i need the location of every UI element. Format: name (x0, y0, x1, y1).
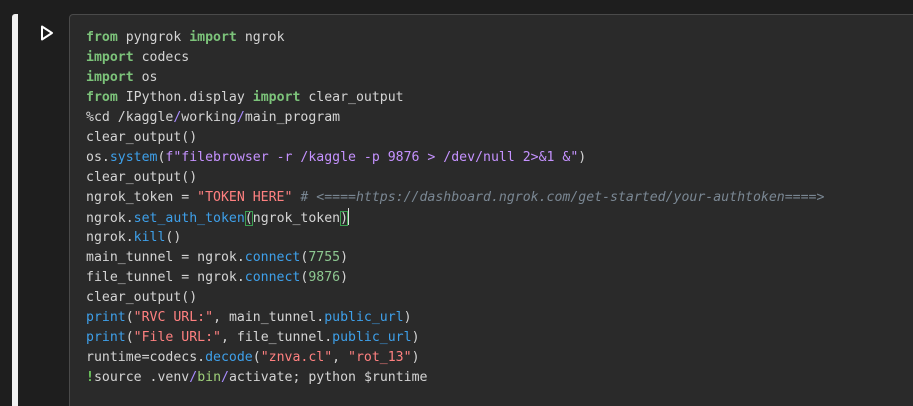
code-token: codecs (133, 50, 190, 65)
code-token: ! (86, 370, 94, 385)
code-content[interactable]: from pyngrok import ngrok import codecs im… (86, 28, 824, 388)
code-line[interactable]: ngrok.kill() (86, 228, 824, 248)
code-token: main_tunnel = ngrok. (86, 250, 245, 265)
code-token: ) (340, 270, 349, 285)
code-token: kill (133, 230, 166, 245)
code-token: ) (403, 310, 412, 325)
code-line[interactable]: os.system(f"filebrowser -r /kaggle -p 98… (86, 148, 824, 168)
code-token: "TOKEN HERE" (197, 190, 293, 205)
code-token: system (109, 150, 158, 165)
code-token: , main_tunnel. (213, 310, 325, 325)
code-token: ) (578, 150, 587, 165)
code-token: "rot_13" (348, 350, 412, 365)
code-token: from (86, 30, 118, 45)
code-token: import (86, 50, 134, 65)
code-token: clear_output() (86, 170, 198, 185)
code-token: ngrok (236, 30, 285, 45)
code-line[interactable]: clear_output() (86, 128, 824, 148)
code-token: source .venv (93, 370, 190, 385)
code-token: / (221, 370, 229, 385)
code-token: print (86, 330, 126, 345)
code-line[interactable]: from pyngrok import ngrok (86, 28, 824, 48)
code-line[interactable]: %cd /kaggle/working/main_program (86, 108, 824, 128)
code-token: clear_output (300, 90, 404, 105)
code-line[interactable]: print("File URL:", file_tunnel.public_ur… (86, 328, 824, 348)
code-line[interactable]: from IPython.display import clear_output (86, 88, 824, 108)
code-token: ( (252, 350, 261, 365)
code-token: ) (411, 330, 420, 345)
code-line[interactable]: import codecs (86, 48, 824, 68)
code-token: clear_output() (86, 130, 198, 145)
code-line[interactable]: runtime=codecs.decode("znva.cl", "rot_13… (86, 348, 824, 368)
code-token: import (252, 90, 301, 105)
code-line[interactable]: print("RVC URL:", main_tunnel.public_url… (86, 308, 824, 328)
code-token: working (181, 110, 237, 125)
code-line[interactable]: ngrok.set_auth_token(ngrok_token) (86, 208, 824, 228)
code-token: public_url (332, 330, 412, 345)
code-token: ( (125, 310, 134, 325)
code-token: from (86, 90, 118, 105)
code-token: %cd (86, 110, 118, 125)
code-token: ( (244, 211, 253, 226)
code-token: ) (340, 211, 349, 226)
code-line[interactable]: import os (86, 68, 824, 88)
code-token: import (189, 30, 237, 45)
code-token: "File URL:" (133, 330, 221, 345)
code-token: , file_tunnel. (221, 330, 333, 345)
cell-focus-bar (12, 14, 18, 406)
code-line[interactable]: !source .venv/bin/activate; python $runt… (86, 368, 824, 388)
code-token: / (189, 370, 198, 385)
code-token: import (86, 70, 134, 85)
code-token: f"filebrowser -r /kaggle -p 9876 > /dev/… (165, 150, 579, 165)
code-token: activate; python $runtime (228, 370, 428, 385)
code-token: "znva.cl" (260, 350, 333, 365)
code-token: "RVC URL:" (133, 310, 214, 325)
code-token: ngrok. (86, 211, 134, 226)
code-token: ngrok_token = (86, 190, 198, 205)
code-token: /kaggle (117, 110, 174, 125)
code-token: main_program (244, 110, 341, 125)
code-token: connect (244, 250, 301, 265)
code-token: bin (197, 370, 222, 385)
code-line[interactable]: main_tunnel = ngrok.connect(7755) (86, 248, 824, 268)
code-token: set_auth_token (133, 211, 245, 226)
code-line[interactable]: clear_output() (86, 168, 824, 188)
code-token: ) (411, 350, 420, 365)
code-token: clear_output() (86, 290, 198, 305)
code-line[interactable]: file_tunnel = ngrok.connect(9876) (86, 268, 824, 288)
code-token: file_tunnel = ngrok. (86, 270, 245, 285)
play-icon (40, 25, 54, 41)
code-line[interactable]: clear_output() (86, 288, 824, 308)
code-token: () (165, 230, 182, 245)
code-token: pyngrok (117, 30, 190, 45)
text-cursor (348, 208, 350, 225)
code-token: decode (205, 350, 253, 365)
code-token: runtime=codecs. (86, 350, 206, 365)
code-token: connect (244, 270, 301, 285)
code-token: / (236, 110, 245, 125)
code-token: # <====https://dashboard.ngrok.com/get-s… (300, 190, 825, 205)
code-line[interactable]: ngrok_token = "TOKEN HERE" # <====https:… (86, 188, 824, 208)
code-token: public_url (324, 310, 404, 325)
code-editor[interactable]: from pyngrok import ngrok import codecs im… (69, 14, 913, 406)
code-token: print (86, 310, 126, 325)
code-token: IPython.display (117, 90, 253, 105)
code-token: os. (86, 150, 110, 165)
code-token: 7755 (308, 250, 341, 265)
code-token: ngrok. (86, 230, 134, 245)
run-cell-button[interactable] (34, 20, 60, 46)
code-token: , (332, 350, 349, 365)
code-token: ngrok_token (252, 211, 341, 226)
code-token: ) (340, 250, 349, 265)
code-token: os (133, 70, 158, 85)
code-token: ( (125, 330, 134, 345)
code-token: 9876 (308, 270, 341, 285)
